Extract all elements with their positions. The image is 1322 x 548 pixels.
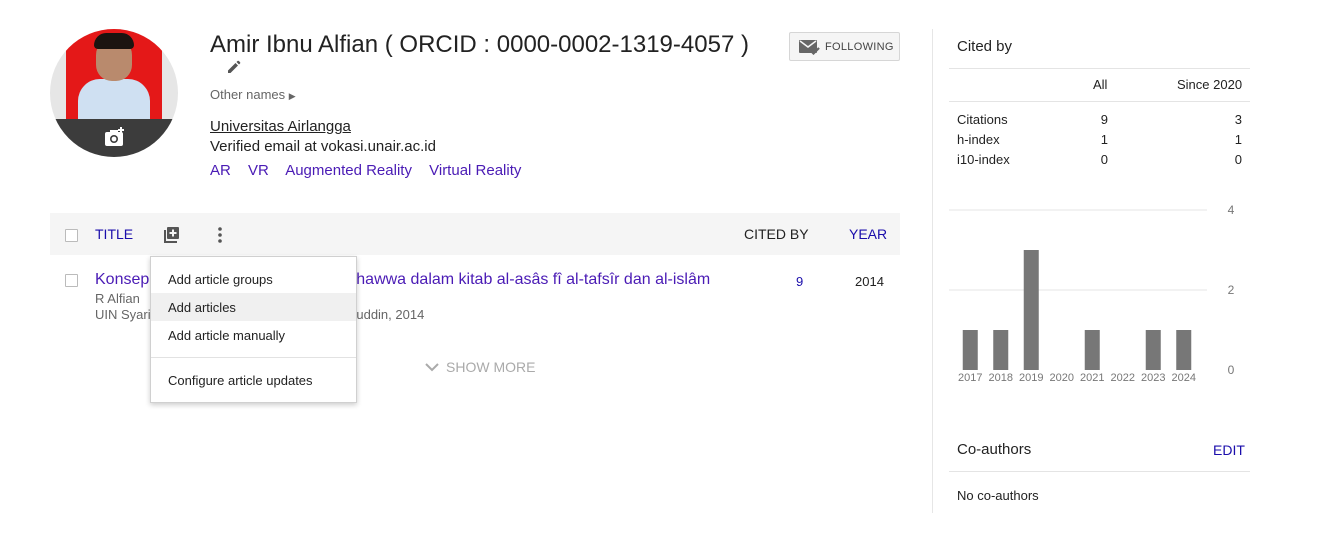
chart-x-tick-label: 2018 <box>989 372 1013 384</box>
coauthors-edit-button[interactable]: EDIT <box>1213 442 1245 458</box>
article-year: 2014 <box>855 274 884 289</box>
chart-y-tick-label: 2 <box>1228 283 1235 297</box>
verified-email: Verified email at vokasi.unair.ac.id <box>210 138 436 155</box>
stat-i10index-since: 0 <box>1234 152 1242 167</box>
chart-x-tick-label: 2022 <box>1111 372 1135 384</box>
chart-x-tick-label: 2019 <box>1019 372 1043 384</box>
affiliation-link[interactable]: Universitas Airlangga <box>210 118 351 135</box>
email-check-icon <box>799 39 820 55</box>
chart-bar-2017[interactable] <box>962 330 978 370</box>
following-label: FOLLOWING <box>825 40 894 53</box>
sort-by-title[interactable]: TITLE <box>95 226 133 242</box>
no-coauthors-text: No co-authors <box>957 488 1039 503</box>
chevron-down-icon <box>425 363 439 372</box>
article-venue-prefix: UIN Syari <box>95 307 151 322</box>
chart-bar-2021[interactable] <box>1084 330 1100 370</box>
stat-hindex-since: 1 <box>1234 132 1242 147</box>
add-articles-menu: Add article groups Add articles Add arti… <box>150 256 357 403</box>
profile-avatar[interactable] <box>50 29 178 157</box>
profile-name: Amir Ibnu Alfian ( ORCID : 0000-0002-131… <box>210 31 749 58</box>
stat-citations-all: 9 <box>1100 112 1108 127</box>
cited-by-title: Cited by <box>957 38 1013 55</box>
chart-x-tick-label: 2020 <box>1050 372 1074 384</box>
coauthors-rule <box>949 471 1250 472</box>
sort-by-year[interactable]: YEAR <box>849 226 887 242</box>
show-more-button[interactable]: SHOW MORE <box>425 359 535 375</box>
article-title-prefix: Konsep <box>95 271 150 288</box>
other-names-toggle[interactable]: Other names ▶ <box>210 87 296 102</box>
stats-rule <box>949 101 1250 102</box>
interest-virtual-reality[interactable]: Virtual Reality <box>429 162 521 179</box>
caret-right-icon: ▶ <box>288 91 296 101</box>
stat-i10index-all: 0 <box>1100 152 1108 167</box>
add-library-icon[interactable] <box>161 225 181 245</box>
following-button[interactable]: FOLLOWING <box>789 32 900 61</box>
article-cited-count[interactable]: 9 <box>796 274 803 289</box>
other-names-label: Other names <box>210 87 286 102</box>
menu-add-article-manually[interactable]: Add article manually <box>151 321 356 349</box>
research-interests: AR VR Augmented Reality Virtual Reality <box>210 162 534 179</box>
more-vert-icon[interactable] <box>212 225 228 245</box>
show-more-label: SHOW MORE <box>446 359 536 375</box>
add-photo-icon[interactable] <box>104 127 126 147</box>
article-checkbox[interactable] <box>65 274 78 287</box>
col-since-header: Since 2020 <box>1177 77 1243 92</box>
menu-add-article-groups[interactable]: Add article groups <box>151 265 356 293</box>
chart-x-tick-label: 2024 <box>1172 372 1196 384</box>
chart-y-tick-label: 0 <box>1228 363 1235 377</box>
menu-add-articles[interactable]: Add articles <box>151 293 356 321</box>
interest-vr[interactable]: VR <box>248 162 269 179</box>
chart-bar-2024[interactable] <box>1176 330 1192 370</box>
interest-augmented-reality[interactable]: Augmented Reality <box>285 162 412 179</box>
citations-bar-chart: 0 2 4 2017 2018 2019 2020 2021 2022 2023 2024 <box>949 203 1235 384</box>
stat-hindex-all: 1 <box>1100 132 1108 147</box>
chart-bar-2018[interactable] <box>993 330 1009 370</box>
edit-pencil-icon[interactable] <box>226 59 242 75</box>
cited-by-rule <box>949 68 1250 69</box>
col-all-header: All <box>1093 77 1108 92</box>
coauthors-title: Co-authors <box>957 441 1032 458</box>
stat-hindex-label: h-index <box>957 132 1000 147</box>
stat-i10index-label: i10-index <box>957 152 1010 167</box>
sidebar-divider <box>932 29 933 513</box>
cited-by-header[interactable]: CITED BY <box>744 226 809 242</box>
chart-bar-2019[interactable] <box>1023 250 1039 370</box>
menu-configure-article-updates[interactable]: Configure article updates <box>151 366 356 394</box>
chart-x-tick-label: 2017 <box>958 372 982 384</box>
chart-bar-2023[interactable] <box>1145 330 1161 370</box>
menu-divider <box>151 357 356 358</box>
chart-x-tick-label: 2023 <box>1141 372 1165 384</box>
stat-citations-since: 3 <box>1234 112 1242 127</box>
article-title-suffix: l hawwa dalam kitab al-asâs fî al-tafsîr… <box>348 271 711 288</box>
chart-x-tick-label: 2021 <box>1080 372 1104 384</box>
chart-y-tick-label: 4 <box>1228 203 1235 217</box>
interest-ar[interactable]: AR <box>210 162 231 179</box>
profile-photo <box>66 29 162 123</box>
stat-citations-label: Citations <box>957 112 1008 127</box>
article-authors: R Alfian <box>95 291 140 306</box>
select-all-checkbox[interactable] <box>65 229 78 242</box>
